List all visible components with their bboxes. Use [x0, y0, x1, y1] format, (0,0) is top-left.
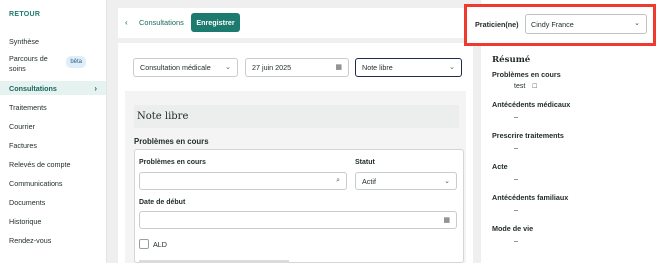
chevron-left-icon[interactable]: ‹	[125, 18, 128, 27]
problem-search-input[interactable]: ⌕	[139, 172, 347, 190]
sidebar-item-releves[interactable]: Relevés de compte	[0, 157, 106, 171]
start-date-field[interactable]: ▦	[139, 211, 457, 229]
sidebar-item-label: Factures	[9, 140, 37, 150]
status-label: Statut	[355, 159, 375, 166]
sidebar-item-rendez-vous[interactable]: Rendez-vous	[0, 233, 106, 247]
chevron-down-icon: ⌄	[444, 178, 450, 185]
ald-checkbox[interactable]	[139, 239, 149, 249]
summary-section-label: Antécédents médicaux	[492, 100, 571, 109]
problem-label: Problèmes en cours	[139, 159, 206, 166]
summary-section-value: –	[514, 176, 518, 183]
sidebar-item-label: Rendez-vous	[9, 235, 52, 245]
save-button[interactable]: Enregistrer	[191, 13, 240, 32]
sidebar-item-parcours[interactable]: Parcours de soins bêta	[0, 53, 106, 77]
consultation-type-select[interactable]: Consultation médicale ⌄	[133, 58, 238, 77]
sidebar-item-courrier[interactable]: Courrier	[0, 119, 106, 133]
note-title: Note libre	[134, 105, 459, 128]
date-field[interactable]: 27 juin 2025 ▦	[245, 58, 349, 77]
summary-section-value: –	[514, 207, 518, 214]
sidebar-item-documents[interactable]: Documents	[0, 195, 106, 209]
sidebar-item-label: Courrier	[9, 121, 35, 131]
calendar-icon: ▦	[335, 64, 342, 71]
sidebar-item-label: Consultations	[9, 83, 57, 93]
sidebar-item-factures[interactable]: Factures	[0, 138, 106, 152]
summary-section-value: –	[514, 238, 518, 245]
summary-title: Résumé	[492, 55, 531, 65]
summary-section-label: Antécédents familiaux	[492, 193, 569, 202]
sidebar-item-synthese[interactable]: Synthèse	[0, 34, 106, 48]
summary-section-value: test	[514, 83, 526, 90]
chevron-down-icon: ⌄	[225, 64, 231, 71]
chevron-down-icon: ⌄	[449, 64, 455, 71]
practitioner-highlight: Praticien(ne) Cindy France ⌄	[464, 4, 656, 46]
problem-card: Problèmes en cours ⌕ Statut Actif ⌄ Date…	[134, 149, 464, 263]
note-content: Note libre Problèmes en cours Problèmes …	[125, 91, 466, 263]
top-bar: ‹ Consultations Enregistrer	[118, 8, 473, 38]
sidebar-item-label: Parcours de soins	[9, 54, 48, 73]
summary-section-label: Mode de vie	[492, 224, 534, 233]
summary-section-label: Problèmes en cours	[492, 70, 561, 79]
search-icon: ⌕	[336, 177, 340, 184]
beta-badge: bêta	[66, 56, 86, 68]
sidebar-item-communications[interactable]: Communications	[0, 176, 106, 190]
sidebar-item-label: Historique	[9, 216, 42, 226]
summary-section-label: Prescrire traitements	[492, 131, 564, 140]
edit-icon[interactable]: ☐	[532, 83, 537, 90]
practitioner-label: Praticien(ne)	[475, 20, 519, 29]
chevron-right-icon: ›	[94, 83, 97, 93]
sidebar-item-traitements[interactable]: Traitements	[0, 100, 106, 114]
back-link[interactable]: RETOUR	[9, 11, 40, 18]
chevron-down-icon: ⌄	[634, 20, 640, 27]
calendar-icon: ▦	[443, 217, 450, 224]
breadcrumb-consultations[interactable]: Consultations	[139, 18, 184, 27]
status-select[interactable]: Actif ⌄	[355, 172, 457, 190]
sidebar-item-label: Documents	[9, 197, 46, 207]
summary-section-value: –	[514, 114, 518, 121]
practitioner-select[interactable]: Cindy France ⌄	[525, 14, 647, 34]
sidebar-item-label: Relevés de compte	[9, 159, 71, 169]
sidebar-item-label: Traitements	[9, 102, 47, 112]
sidebar: RETOUR Synthèse Parcours de soins bêta C…	[0, 0, 107, 263]
section-title: Problèmes en cours	[134, 137, 209, 146]
summary-section-label: Acte	[492, 162, 508, 171]
note-type-select[interactable]: Note libre ⌄	[355, 58, 462, 77]
summary-section-value: –	[514, 145, 518, 152]
sidebar-item-label: Synthèse	[9, 36, 39, 46]
sidebar-item-historique[interactable]: Historique	[0, 214, 106, 228]
ald-label: ALD	[153, 240, 167, 249]
main-panel: Consultation médicale ⌄ 27 juin 2025 ▦ N…	[118, 43, 473, 263]
sidebar-item-label: Communications	[9, 178, 63, 188]
start-date-label: Date de début	[139, 199, 186, 206]
sidebar-item-consultations[interactable]: Consultations ›	[0, 81, 106, 95]
